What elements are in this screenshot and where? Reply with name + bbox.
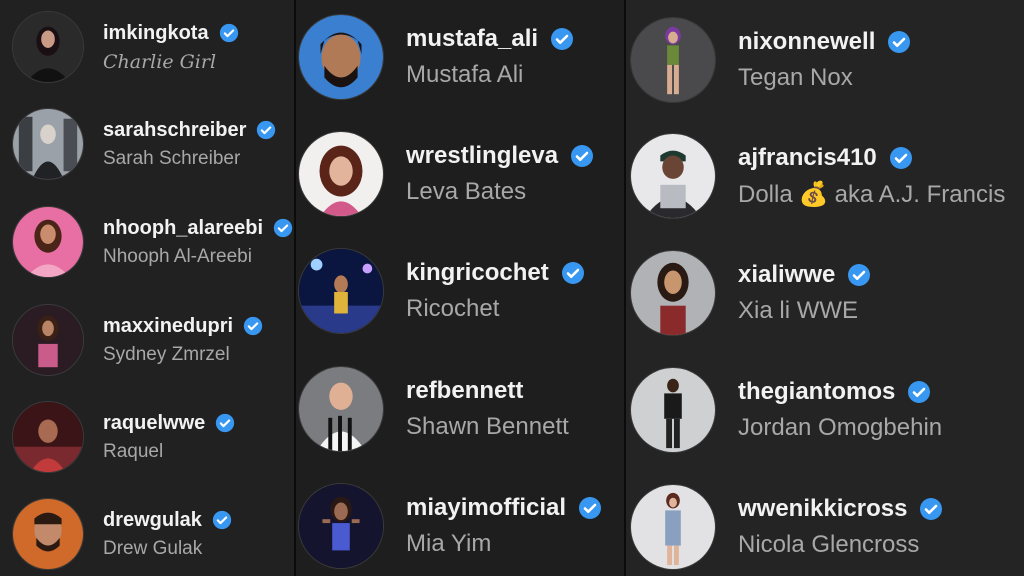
avatar[interactable]: [630, 17, 716, 103]
username[interactable]: nixonnewell: [738, 28, 875, 56]
money-bag-icon: 💰: [798, 180, 829, 208]
username[interactable]: thegiantomos: [738, 378, 895, 406]
avatar[interactable]: [630, 250, 716, 336]
verified-badge-icon: [889, 146, 913, 170]
avatar[interactable]: [630, 133, 716, 219]
display-name: Ricochet: [406, 295, 500, 322]
account-row[interactable]: mustafa_ali Mustafa Ali: [298, 14, 574, 100]
account-row[interactable]: refbennett Shawn Bennett: [298, 366, 569, 452]
username[interactable]: raquelwwe: [103, 412, 205, 435]
account-row[interactable]: nhooph_alareebi Nhooph Al-Areebi: [12, 206, 293, 278]
avatar[interactable]: [298, 483, 384, 569]
account-row[interactable]: maxxinedupri Sydney Zmrzel: [12, 304, 263, 376]
username[interactable]: miayimofficial: [406, 494, 566, 522]
username[interactable]: wwenikkicross: [738, 495, 907, 523]
avatar[interactable]: [298, 248, 384, 334]
avatar[interactable]: [12, 206, 84, 278]
verified-badge-icon: [256, 120, 276, 140]
verified-badge-icon: [561, 261, 585, 285]
verified-badge-icon: [273, 218, 293, 238]
avatar[interactable]: [298, 14, 384, 100]
verified-badge-icon: [215, 413, 235, 433]
verified-badge-icon: [887, 30, 911, 54]
verified-badge-icon: [243, 316, 263, 336]
verified-badge-icon: [550, 27, 574, 51]
following-list-right: nixonnewell Tegan Nox ajfrancis410 Dolla…: [626, 0, 1024, 576]
display-name: Charlie Girl: [103, 50, 217, 73]
display-name: Sydney Zmrzel: [103, 343, 230, 365]
display-name: Sarah Schreiber: [103, 147, 241, 169]
username[interactable]: xialiwwe: [738, 261, 835, 289]
username[interactable]: refbennett: [406, 377, 523, 405]
verified-badge-icon: [907, 380, 931, 404]
avatar[interactable]: [630, 367, 716, 453]
avatar[interactable]: [298, 366, 384, 452]
verified-badge-icon: [847, 263, 871, 287]
verified-badge-icon: [578, 496, 602, 520]
display-name: Xia li WWE: [738, 297, 858, 324]
display-name: Tegan Nox: [738, 64, 853, 91]
account-row[interactable]: miayimofficial Mia Yim: [298, 483, 602, 569]
verified-badge-icon: [219, 23, 239, 43]
username[interactable]: ajfrancis410: [738, 144, 877, 172]
username[interactable]: wrestlingleva: [406, 142, 558, 170]
display-name: Shawn Bennett: [406, 413, 569, 440]
avatar[interactable]: [12, 304, 84, 376]
account-row[interactable]: imkingkota Charlie Girl: [12, 11, 239, 83]
verified-badge-icon: [570, 144, 594, 168]
account-row[interactable]: raquelwwe Raquel: [12, 401, 235, 473]
account-row[interactable]: sarahschreiber Sarah Schreiber: [12, 108, 276, 180]
display-name: Leva Bates: [406, 178, 527, 205]
username[interactable]: drewgulak: [103, 509, 202, 532]
avatar[interactable]: [12, 401, 84, 473]
display-name: Jordan Omogbehin: [738, 414, 943, 441]
account-row[interactable]: wrestlingleva Leva Bates: [298, 131, 594, 217]
display-name: Dolla 💰 aka A.J. Francis: [738, 180, 1006, 208]
account-row[interactable]: nixonnewell Tegan Nox: [630, 17, 911, 103]
account-row[interactable]: ajfrancis410 Dolla 💰 aka A.J. Francis: [630, 133, 1005, 219]
avatar[interactable]: [298, 131, 384, 217]
display-name: Raquel: [103, 440, 164, 462]
username[interactable]: maxxinedupri: [103, 315, 233, 338]
account-row[interactable]: thegiantomos Jordan Omogbehin: [630, 367, 942, 453]
display-name: Nhooph Al-Areebi: [103, 245, 252, 267]
username[interactable]: nhooph_alareebi: [103, 217, 263, 240]
account-row[interactable]: kingricochet Ricochet: [298, 248, 585, 334]
username[interactable]: sarahschreiber: [103, 119, 246, 142]
username[interactable]: kingricochet: [406, 259, 549, 287]
username[interactable]: imkingkota: [103, 22, 209, 45]
account-row[interactable]: wwenikkicross Nicola Glencross: [630, 484, 943, 570]
verified-badge-icon: [212, 510, 232, 530]
following-list-middle: mustafa_ali Mustafa Ali wrestlingleva Le…: [296, 0, 626, 576]
avatar[interactable]: [12, 498, 84, 570]
display-name: Mustafa Ali: [406, 61, 524, 88]
account-row[interactable]: xialiwwe Xia li WWE: [630, 250, 871, 336]
display-name: Nicola Glencross: [738, 531, 920, 558]
following-list-left: imkingkota Charlie Girl sarahschreiber S…: [0, 0, 296, 576]
avatar[interactable]: [12, 11, 84, 83]
username[interactable]: mustafa_ali: [406, 25, 538, 53]
verified-badge-icon: [919, 497, 943, 521]
account-row[interactable]: drewgulak Drew Gulak: [12, 498, 232, 570]
avatar[interactable]: [630, 484, 716, 570]
avatar[interactable]: [12, 108, 84, 180]
display-name: Drew Gulak: [103, 537, 203, 559]
display-name: Mia Yim: [406, 530, 492, 557]
